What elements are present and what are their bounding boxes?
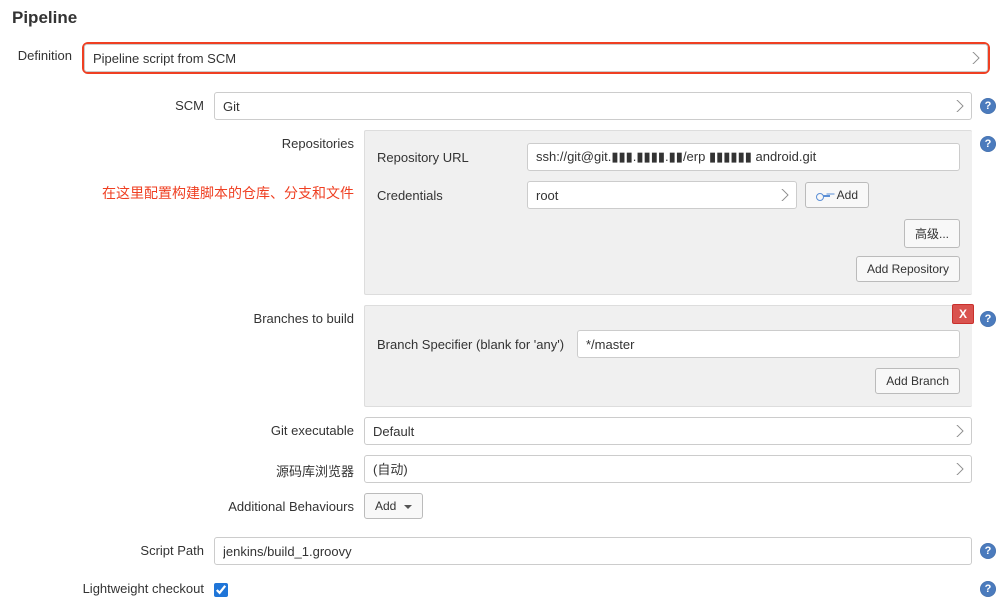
help-icon[interactable]: ?: [980, 581, 996, 597]
source-browser-select[interactable]: (自动): [364, 455, 972, 483]
label-scm: SCM: [4, 92, 214, 113]
label-branches-to-build: Branches to build: [4, 305, 364, 407]
label-branch-specifier: Branch Specifier (blank for 'any'): [377, 337, 577, 352]
credentials-select[interactable]: root: [527, 181, 797, 209]
add-behaviour-button[interactable]: Add: [364, 493, 423, 519]
add-branch-button[interactable]: Add Branch: [875, 368, 960, 394]
annotation-text: 在这里配置构建脚本的仓库、分支和文件: [44, 183, 354, 203]
label-repositories: Repositories 在这里配置构建脚本的仓库、分支和文件: [4, 130, 364, 295]
label-lightweight-checkout: Lightweight checkout: [4, 575, 214, 596]
delete-branch-button[interactable]: X: [952, 304, 974, 324]
label-definition: Definition: [4, 42, 82, 63]
advanced-button[interactable]: 高级...: [904, 219, 960, 248]
section-title-pipeline: Pipeline: [4, 8, 996, 28]
scm-select[interactable]: Git: [214, 92, 972, 120]
repositories-panel: Repository URL Credentials root Add 高级..…: [364, 130, 972, 295]
help-icon[interactable]: ?: [980, 311, 996, 327]
help-icon[interactable]: ?: [980, 98, 996, 114]
definition-select[interactable]: Pipeline script from SCM: [84, 44, 988, 72]
lightweight-checkout-checkbox[interactable]: [214, 583, 228, 597]
label-script-path: Script Path: [4, 537, 214, 558]
label-additional-behaviours: Additional Behaviours: [4, 493, 364, 514]
branches-panel: X Branch Specifier (blank for 'any') Add…: [364, 305, 972, 407]
git-executable-select[interactable]: Default: [364, 417, 972, 445]
add-repository-button[interactable]: Add Repository: [856, 256, 960, 282]
label-repo-url: Repository URL: [377, 150, 527, 165]
repo-url-input[interactable]: [527, 143, 960, 171]
branch-specifier-input[interactable]: [577, 330, 960, 358]
add-credentials-button[interactable]: Add: [805, 182, 869, 208]
help-icon[interactable]: ?: [980, 543, 996, 559]
label-credentials: Credentials: [377, 188, 527, 203]
chevron-down-icon: [404, 505, 412, 509]
help-icon[interactable]: ?: [980, 136, 996, 152]
label-source-browser: 源码库浏览器: [4, 455, 364, 480]
key-icon: [816, 192, 830, 200]
label-git-executable: Git executable: [4, 417, 364, 438]
